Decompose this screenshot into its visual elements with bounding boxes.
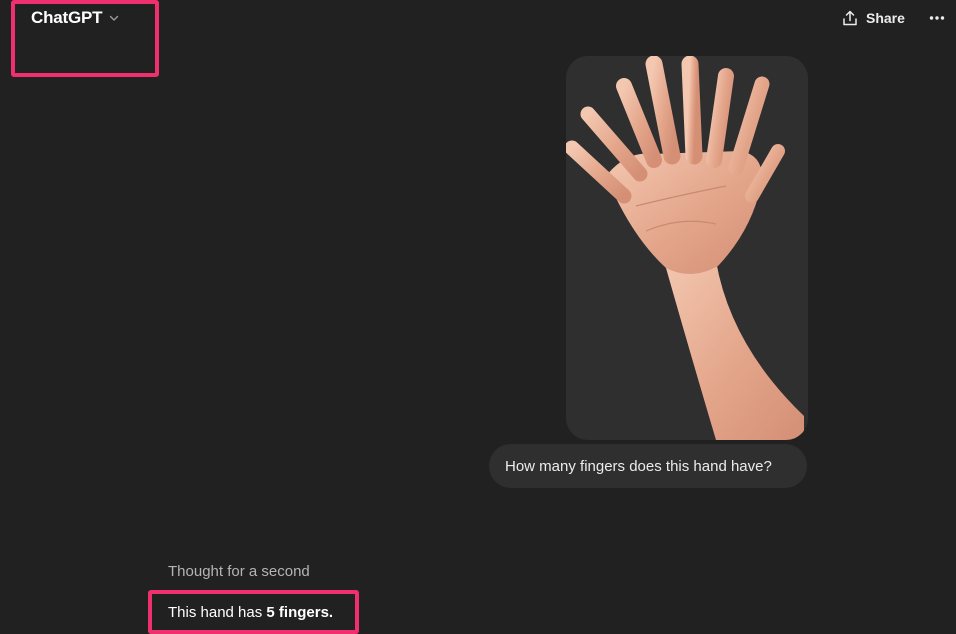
answer-prefix: This hand has bbox=[168, 604, 267, 621]
answer-bold: 5 fingers. bbox=[266, 604, 334, 621]
uploaded-hand-image[interactable] bbox=[566, 56, 808, 440]
share-label: Share bbox=[866, 10, 905, 26]
model-switcher[interactable]: ChatGPT bbox=[31, 8, 120, 28]
more-options-button[interactable] bbox=[926, 7, 948, 29]
share-icon bbox=[843, 10, 857, 26]
thought-duration-toggle[interactable]: Thought for a second bbox=[168, 563, 310, 580]
model-name: ChatGPT bbox=[31, 8, 103, 27]
assistant-answer: This hand has 5 fingers. bbox=[168, 604, 333, 621]
hand-image bbox=[566, 56, 804, 440]
share-button[interactable]: Share bbox=[841, 7, 905, 29]
ellipsis-icon bbox=[929, 16, 945, 20]
chevron-down-icon bbox=[110, 15, 119, 21]
user-message: How many fingers does this hand have? bbox=[489, 444, 807, 488]
